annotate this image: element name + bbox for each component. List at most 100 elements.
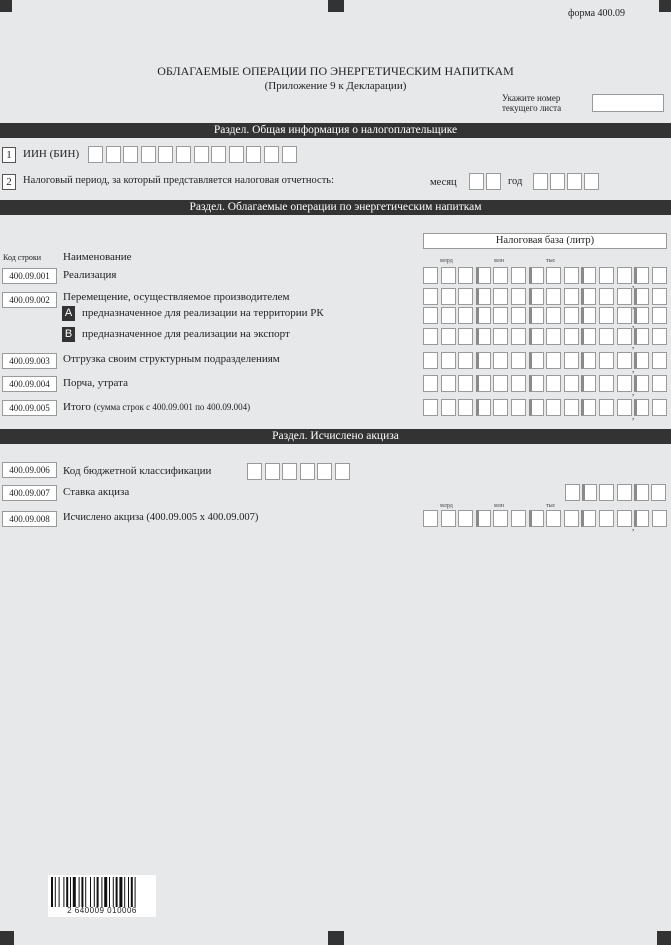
iin-digit-cell[interactable] [123, 146, 139, 163]
month-digit-cell[interactable] [486, 173, 501, 190]
total-value-digit-cell[interactable] [423, 399, 438, 416]
total-value-digit-cell[interactable] [651, 399, 667, 416]
domestic-value-digit-cell[interactable] [616, 307, 632, 324]
transfer-value-digit-cell[interactable] [493, 288, 509, 305]
damage-value-digit-cell[interactable] [634, 375, 650, 392]
shipment-value-digit-cell[interactable] [440, 352, 456, 369]
damage-value-digit-cell[interactable] [616, 375, 632, 392]
export-value-digit-cell[interactable] [475, 328, 491, 345]
domestic-value-digit-cell[interactable] [546, 307, 562, 324]
realization-value-digit-cell[interactable] [423, 267, 438, 284]
excise-calculated-value-digit-cell[interactable] [616, 510, 632, 527]
excise-calculated-value-digit-cell[interactable] [581, 510, 597, 527]
domestic-value-digit-cell[interactable] [440, 307, 456, 324]
month-digit-cell[interactable] [469, 173, 484, 190]
damage-value-digit-cell[interactable] [458, 375, 474, 392]
export-value-digit-cell[interactable] [599, 328, 614, 345]
excise-calculated-value-digit-cell[interactable] [563, 510, 579, 527]
sheet-number-input[interactable] [592, 94, 664, 112]
export-value-digit-cell[interactable] [493, 328, 509, 345]
iin-digit-cell[interactable] [281, 146, 297, 163]
transfer-value-digit-cell[interactable] [511, 288, 526, 305]
domestic-value-digit-cell[interactable] [458, 307, 474, 324]
iin-digit-cell[interactable] [193, 146, 209, 163]
total-value-digit-cell[interactable] [440, 399, 456, 416]
damage-value-digit-cell[interactable] [528, 375, 544, 392]
excise-calculated-value-digit-cell[interactable] [634, 510, 650, 527]
iin-digit-cell[interactable] [176, 146, 191, 163]
total-value-digit-cell[interactable] [458, 399, 474, 416]
export-value-digit-cell[interactable] [440, 328, 456, 345]
damage-value-digit-cell[interactable] [581, 375, 597, 392]
damage-value-digit-cell[interactable] [511, 375, 526, 392]
year-digit-cell[interactable] [550, 173, 565, 190]
domestic-value-digit-cell[interactable] [493, 307, 509, 324]
realization-value-digit-cell[interactable] [581, 267, 597, 284]
domestic-value-digit-cell[interactable] [475, 307, 491, 324]
transfer-value-digit-cell[interactable] [581, 288, 597, 305]
kbk-digit-cell[interactable] [247, 463, 262, 480]
damage-value-digit-cell[interactable] [599, 375, 614, 392]
excise-calculated-value-digit-cell[interactable] [475, 510, 491, 527]
excise-rate-digit-cell[interactable] [633, 484, 649, 501]
realization-value-digit-cell[interactable] [634, 267, 650, 284]
excise-calculated-value-digit-cell[interactable] [423, 510, 438, 527]
shipment-value-digit-cell[interactable] [546, 352, 562, 369]
kbk-digit-cell[interactable] [264, 463, 280, 480]
kbk-digit-cell[interactable] [317, 463, 332, 480]
domestic-value-digit-cell[interactable] [563, 307, 579, 324]
export-value-digit-cell[interactable] [423, 328, 438, 345]
transfer-value-digit-cell[interactable] [440, 288, 456, 305]
export-value-digit-cell[interactable] [616, 328, 632, 345]
kbk-digit-cell[interactable] [334, 463, 350, 480]
domestic-value-digit-cell[interactable] [599, 307, 614, 324]
realization-value-digit-cell[interactable] [528, 267, 544, 284]
realization-value-digit-cell[interactable] [616, 267, 632, 284]
domestic-value-digit-cell[interactable] [528, 307, 544, 324]
realization-value-digit-cell[interactable] [475, 267, 491, 284]
transfer-value-digit-cell[interactable] [423, 288, 438, 305]
excise-calculated-value-digit-cell[interactable] [546, 510, 562, 527]
transfer-value-digit-cell[interactable] [634, 288, 650, 305]
excise-calculated-value-digit-cell[interactable] [651, 510, 667, 527]
realization-value-digit-cell[interactable] [440, 267, 456, 284]
damage-value-digit-cell[interactable] [651, 375, 667, 392]
shipment-value-digit-cell[interactable] [528, 352, 544, 369]
domestic-value-digit-cell[interactable] [581, 307, 597, 324]
kbk-digit-cell[interactable] [282, 463, 297, 480]
iin-digit-cell[interactable] [158, 146, 174, 163]
excise-rate-digit-cell[interactable] [565, 484, 580, 501]
excise-rate-digit-cell[interactable] [599, 484, 615, 501]
total-value-digit-cell[interactable] [546, 399, 562, 416]
export-value-digit-cell[interactable] [563, 328, 579, 345]
realization-value-digit-cell[interactable] [546, 267, 562, 284]
transfer-value-digit-cell[interactable] [563, 288, 579, 305]
year-digit-cell[interactable] [584, 173, 599, 190]
total-value-digit-cell[interactable] [634, 399, 650, 416]
shipment-value-digit-cell[interactable] [475, 352, 491, 369]
iin-digit-cell[interactable] [246, 146, 262, 163]
excise-calculated-value-digit-cell[interactable] [511, 510, 526, 527]
damage-value-digit-cell[interactable] [475, 375, 491, 392]
transfer-value-digit-cell[interactable] [599, 288, 614, 305]
transfer-value-digit-cell[interactable] [528, 288, 544, 305]
iin-digit-cell[interactable] [88, 146, 103, 163]
shipment-value-digit-cell[interactable] [493, 352, 509, 369]
realization-value-digit-cell[interactable] [493, 267, 509, 284]
shipment-value-digit-cell[interactable] [563, 352, 579, 369]
shipment-value-digit-cell[interactable] [599, 352, 614, 369]
transfer-value-digit-cell[interactable] [475, 288, 491, 305]
transfer-value-digit-cell[interactable] [616, 288, 632, 305]
total-value-digit-cell[interactable] [616, 399, 632, 416]
shipment-value-digit-cell[interactable] [581, 352, 597, 369]
excise-calculated-value-digit-cell[interactable] [458, 510, 474, 527]
transfer-value-digit-cell[interactable] [546, 288, 562, 305]
total-value-digit-cell[interactable] [563, 399, 579, 416]
transfer-value-digit-cell[interactable] [458, 288, 474, 305]
domestic-value-digit-cell[interactable] [423, 307, 438, 324]
realization-value-digit-cell[interactable] [511, 267, 526, 284]
damage-value-digit-cell[interactable] [440, 375, 456, 392]
realization-value-digit-cell[interactable] [563, 267, 579, 284]
excise-rate-digit-cell[interactable] [616, 484, 632, 501]
kbk-digit-cell[interactable] [299, 463, 315, 480]
